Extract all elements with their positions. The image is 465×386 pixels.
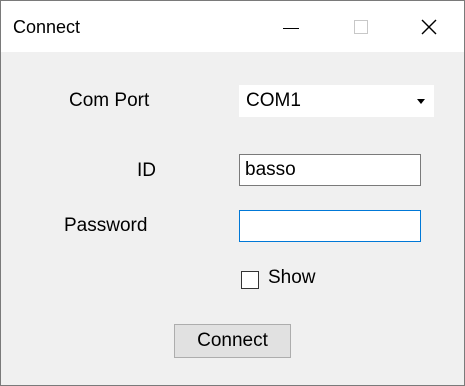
title-bar[interactable]: Connect [1, 1, 464, 52]
dialog-body: Com Port COM1 ID basso Password Show Con… [1, 52, 464, 385]
show-checkbox-label[interactable]: Show [268, 267, 316, 289]
minimize-button[interactable] [256, 1, 326, 52]
id-field-value: basso [245, 159, 296, 180]
maximize-button [326, 1, 396, 52]
connect-button[interactable]: Connect [174, 324, 291, 358]
com-port-select[interactable]: COM1 [239, 85, 434, 117]
connect-dialog: Connect Com Port COM1 ID basso Password [0, 0, 465, 386]
id-label: ID [137, 160, 156, 181]
password-label: Password [64, 215, 148, 236]
minimize-icon [283, 28, 299, 29]
id-field[interactable]: basso [239, 154, 421, 186]
close-icon [421, 19, 437, 34]
maximize-icon [354, 19, 368, 34]
com-port-value: COM1 [246, 90, 301, 111]
show-checkbox[interactable] [241, 271, 259, 289]
com-port-label: Com Port [69, 90, 150, 111]
window-title: Connect [13, 17, 81, 37]
dropdown-arrow-icon[interactable] [417, 99, 425, 104]
password-field[interactable] [239, 210, 421, 242]
close-button[interactable] [394, 1, 464, 52]
